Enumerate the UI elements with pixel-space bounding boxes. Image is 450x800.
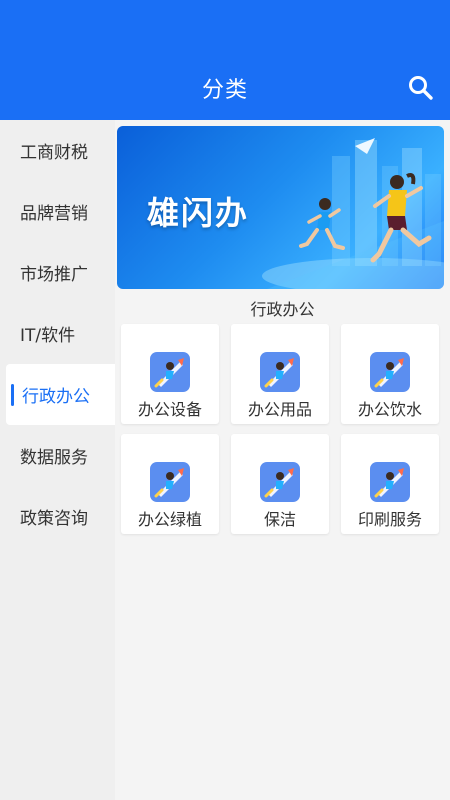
rocket-icon — [260, 462, 300, 502]
sidebar-item-label: 数据服务 — [20, 448, 88, 468]
rocket-icon — [260, 352, 300, 392]
sidebar-item-label: 政策咨询 — [20, 509, 88, 529]
section-title: 行政办公 — [250, 300, 315, 319]
sidebar-item-it-software[interactable]: IT/软件 — [0, 303, 115, 364]
rocket-icon — [370, 462, 410, 502]
sidebar-item-market-promotion[interactable]: 市场推广 — [0, 242, 115, 303]
service-card-office-plants[interactable]: 办公绿植 — [121, 434, 219, 534]
rocket-icon — [150, 352, 190, 392]
service-card-label: 办公饮水 — [357, 400, 422, 419]
sidebar-item-admin-office[interactable]: 行政办公 — [6, 364, 115, 425]
service-card-label: 办公绿植 — [137, 510, 202, 529]
service-card-office-equipment[interactable]: 办公设备 — [121, 324, 219, 424]
promo-banner[interactable]: 雄闪办 — [117, 126, 444, 289]
sidebar-item-label: IT/软件 — [20, 326, 76, 346]
category-sidebar: 工商财税 品牌营销 市场推广 IT/软件 行政办公 数据服务 政策咨询 — [0, 120, 115, 800]
service-card-label: 保洁 — [263, 510, 296, 529]
search-button[interactable] — [406, 73, 436, 103]
sidebar-item-brand-marketing[interactable]: 品牌营销 — [0, 181, 115, 242]
service-card-label: 印刷服务 — [357, 510, 422, 529]
page-title: 分类 — [201, 78, 248, 103]
top-app-bar: 分类 — [0, 0, 450, 120]
sidebar-item-business-tax[interactable]: 工商财税 — [0, 120, 115, 181]
search-icon — [409, 76, 433, 100]
service-card-printing[interactable]: 印刷服务 — [341, 434, 439, 534]
sidebar-item-label: 行政办公 — [22, 387, 90, 407]
rocket-icon — [150, 462, 190, 502]
service-card-label: 办公设备 — [137, 400, 202, 419]
category-content: 雄闪办 行政办公 办公设备 办公用品 办公饮水 办公绿植 保洁 印刷服务 — [115, 120, 450, 800]
sidebar-item-policy-consulting[interactable]: 政策咨询 — [0, 486, 115, 547]
service-card-office-supplies[interactable]: 办公用品 — [231, 324, 329, 424]
sidebar-item-label: 品牌营销 — [20, 204, 88, 224]
sidebar-item-label: 市场推广 — [20, 265, 88, 285]
service-card-label: 办公用品 — [247, 400, 312, 419]
banner-headline: 雄闪办 — [147, 194, 250, 232]
rocket-icon — [370, 352, 410, 392]
service-card-office-water[interactable]: 办公饮水 — [341, 324, 439, 424]
sidebar-item-label: 工商财税 — [20, 143, 88, 163]
service-card-cleaning[interactable]: 保洁 — [231, 434, 329, 534]
sidebar-item-data-services[interactable]: 数据服务 — [0, 425, 115, 486]
